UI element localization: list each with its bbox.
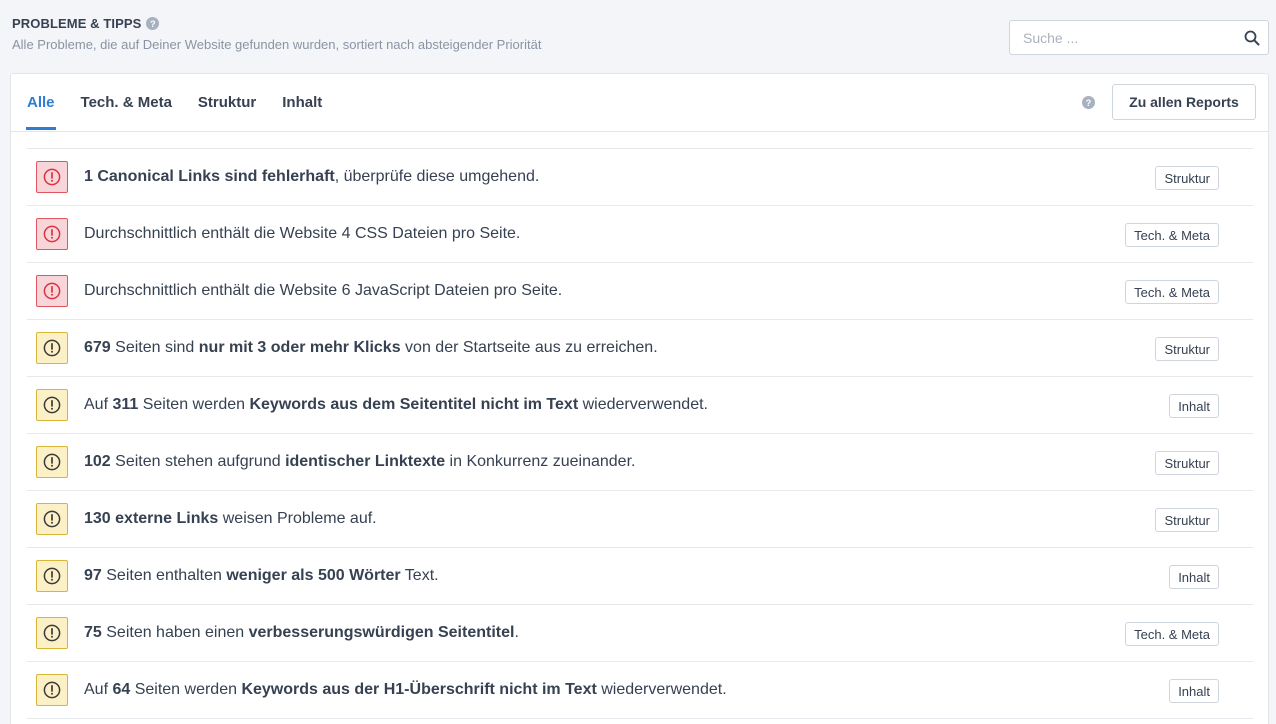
issue-message-text: Seiten haben einen — [101, 624, 249, 641]
page-subtitle: Alle Probleme, die auf Deiner Website ge… — [12, 37, 542, 52]
issue-message: Auf 311 Seiten werden Keywords aus dem S… — [84, 396, 708, 414]
issue-message-text: Seiten werden — [130, 681, 242, 698]
issue-message-text: Seiten werden — [138, 396, 250, 413]
issue-row[interactable]: 102 Seiten stehen aufgrund identischer L… — [27, 434, 1253, 491]
issue-message-highlight: 1 Canonical Links sind fehlerhaft — [84, 168, 335, 185]
issue-message-highlight: Keywords aus dem Seitentitel nicht im Te… — [249, 396, 579, 413]
issue-message: 1 Canonical Links sind fehlerhaft, überp… — [84, 168, 539, 186]
category-badge[interactable]: Struktur — [1155, 451, 1219, 475]
issue-message: 679 Seiten sind nur mit 3 oder mehr Klic… — [84, 339, 658, 357]
category-badge[interactable]: Tech. & Meta — [1125, 280, 1219, 304]
issue-message: Auf 64 Seiten werden Keywords aus der H1… — [84, 681, 727, 699]
warning-alert-icon — [36, 674, 68, 706]
error-alert-icon — [36, 275, 68, 307]
issue-message-text: Auf — [84, 681, 113, 698]
tab-tech-meta[interactable]: Tech. & Meta — [80, 74, 173, 130]
tabs-bar: Alle Tech. & Meta Struktur Inhalt ? Zu alle… — [11, 74, 1268, 132]
category-badge[interactable]: Inhalt — [1169, 679, 1219, 703]
category-badge[interactable]: Struktur — [1155, 508, 1219, 532]
error-alert-icon — [36, 161, 68, 193]
issue-message-highlight: Keywords aus der H1-Überschrift nicht im… — [241, 681, 597, 698]
search-input[interactable] — [1010, 21, 1236, 54]
issue-message: 102 Seiten stehen aufgrund identischer L… — [84, 453, 635, 471]
category-badge[interactable]: Struktur — [1155, 166, 1219, 190]
section-header: PROBLEME & TIPPS ? Alle Probleme, die au… — [12, 16, 541, 52]
question-circle-icon[interactable]: ? — [146, 17, 160, 30]
issue-row[interactable]: Auf 311 Seiten werden Keywords aus dem S… — [27, 377, 1253, 434]
issue-message-text: Auf — [84, 396, 113, 413]
section-title-row: PROBLEME & TIPPS ? — [12, 16, 541, 31]
category-badge[interactable]: Struktur — [1155, 337, 1219, 361]
issue-message-highlight: 130 externe Links — [84, 510, 219, 527]
issue-row[interactable]: 1 Canonical Links sind fehlerhaft, überp… — [27, 149, 1253, 206]
issue-message-text: Seiten stehen aufgrund — [110, 453, 286, 470]
issue-message-text: Text. — [400, 567, 439, 584]
warning-alert-icon — [36, 503, 68, 535]
issue-row[interactable]: 130 externe Links weisen Probleme auf. St… — [27, 491, 1253, 548]
issue-message: Durchschnittlich enthält die Website 4 C… — [84, 225, 520, 243]
issue-message-highlight: weniger als 500 Wörter — [226, 567, 401, 584]
category-badge[interactable]: Inhalt — [1169, 565, 1219, 589]
tab-inhalt[interactable]: Inhalt — [281, 74, 323, 130]
issue-message-highlight: 97 — [84, 567, 102, 584]
issue-row[interactable]: Auf 64 Seiten werden Keywords aus der H1… — [27, 662, 1253, 719]
issue-list: 1 Canonical Links sind fehlerhaft, überp… — [27, 148, 1253, 719]
issue-message-text: , überprüfe diese umgehend. — [334, 168, 540, 185]
issue-message-highlight: verbesserungswürdigen Seitentitel — [248, 624, 515, 641]
issue-message-text: Seiten enthalten — [101, 567, 227, 584]
issue-message-text: von der Startseite aus zu erreichen. — [400, 339, 658, 356]
issue-row[interactable]: 97 Seiten enthalten weniger als 500 Wört… — [27, 548, 1253, 605]
issue-message: 97 Seiten enthalten weniger als 500 Wört… — [84, 567, 439, 585]
issue-message: 75 Seiten haben einen verbesserungswürdi… — [84, 624, 519, 642]
tab-struktur[interactable]: Struktur — [197, 74, 257, 130]
issue-message-highlight: 679 — [84, 339, 111, 356]
issue-message: Durchschnittlich enthält die Website 6 J… — [84, 282, 562, 300]
issue-message-text: in Konkurrenz zueinander. — [445, 453, 636, 470]
issue-message-text: . — [514, 624, 519, 641]
warning-alert-icon — [36, 446, 68, 478]
category-badge[interactable]: Inhalt — [1169, 394, 1219, 418]
issue-message-text: Durchschnittlich enthält die Website 4 C… — [84, 225, 521, 242]
issue-message-text: Durchschnittlich enthält die Website 6 J… — [84, 282, 563, 299]
issue-row[interactable]: Durchschnittlich enthält die Website 4 C… — [27, 206, 1253, 263]
issue-message-text: wiederverwendet. — [596, 681, 727, 698]
error-alert-icon — [36, 218, 68, 250]
all-reports-button[interactable]: Zu allen Reports — [1112, 84, 1256, 120]
issue-message-highlight: identischer Linktexte — [285, 453, 446, 470]
warning-alert-icon — [36, 560, 68, 592]
search-icon[interactable] — [1236, 21, 1268, 54]
issue-message-highlight: 64 — [112, 681, 131, 698]
issues-card: Alle Tech. & Meta Struktur Inhalt ? Zu alle… — [10, 73, 1269, 724]
issue-message-highlight: nur mit 3 oder mehr Klicks — [198, 339, 401, 356]
question-circle-icon[interactable]: ? — [1082, 96, 1095, 109]
category-tabs: Alle Tech. & Meta Struktur Inhalt — [26, 74, 347, 132]
issue-message-highlight: 311 — [112, 396, 139, 413]
issue-message-text: weisen Probleme auf. — [218, 510, 377, 527]
warning-alert-icon — [36, 332, 68, 364]
search-box — [1009, 20, 1269, 55]
issue-row[interactable]: 679 Seiten sind nur mit 3 oder mehr Klic… — [27, 320, 1253, 377]
warning-alert-icon — [36, 617, 68, 649]
issue-message-text: Seiten sind — [110, 339, 199, 356]
warning-alert-icon — [36, 389, 68, 421]
issue-message-highlight: 75 — [84, 624, 102, 641]
issue-message: 130 externe Links weisen Probleme auf. — [84, 510, 377, 528]
tab-alle[interactable]: Alle — [26, 74, 56, 130]
issue-message-text: wiederverwendet. — [578, 396, 708, 413]
issue-row[interactable]: 75 Seiten haben einen verbesserungswürdi… — [27, 605, 1253, 662]
category-badge[interactable]: Tech. & Meta — [1125, 223, 1219, 247]
issue-row[interactable]: Durchschnittlich enthält die Website 6 J… — [27, 263, 1253, 320]
page-title: PROBLEME & TIPPS — [12, 16, 142, 31]
issue-message-highlight: 102 — [84, 453, 111, 470]
category-badge[interactable]: Tech. & Meta — [1125, 622, 1219, 646]
